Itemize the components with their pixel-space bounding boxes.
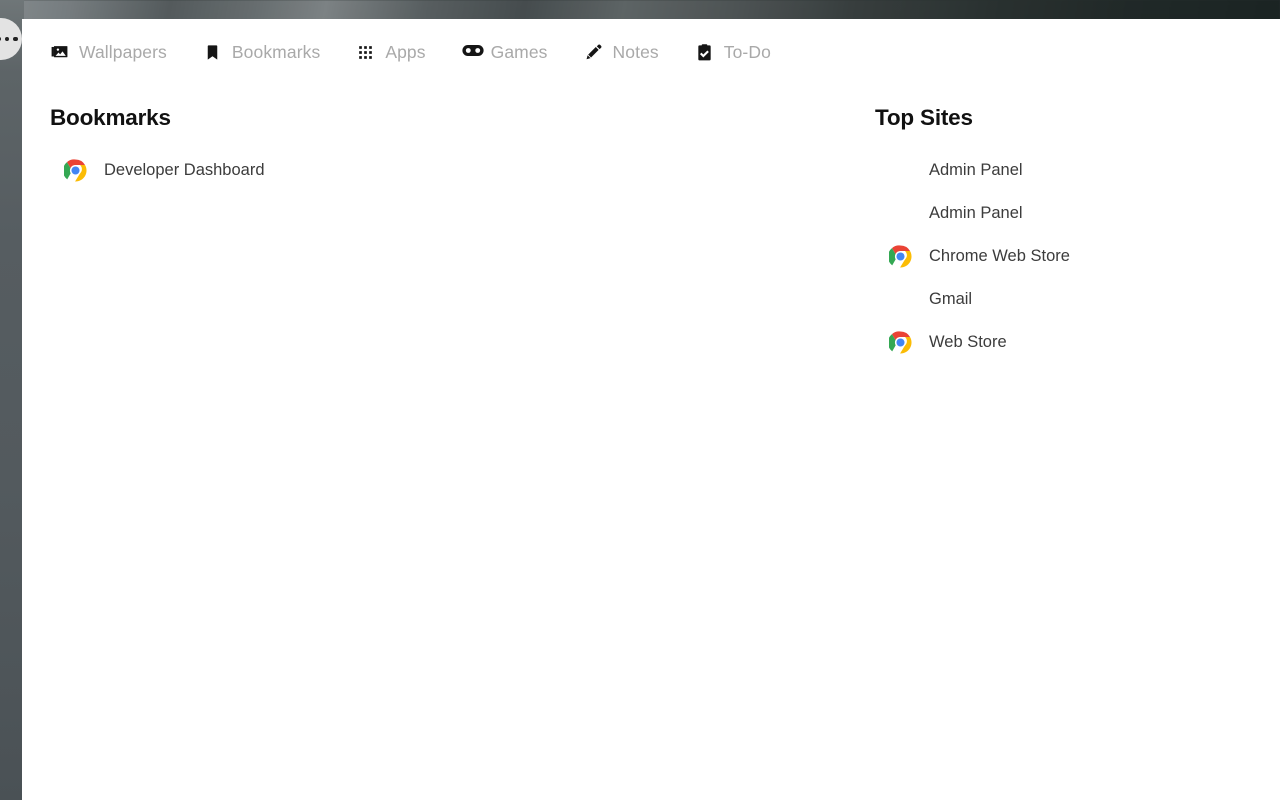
chrome-icon bbox=[888, 245, 912, 269]
nav-label-bookmarks: Bookmarks bbox=[231, 42, 321, 62]
more-dot bbox=[4, 36, 10, 42]
chrome-icon bbox=[63, 159, 87, 183]
bookmark-item[interactable]: Developer Dashboard bbox=[50, 149, 850, 192]
chrome-logo-svg bbox=[888, 245, 912, 268]
bookmark-icon bbox=[203, 43, 222, 62]
top-site-label: Chrome Web Store bbox=[929, 247, 1070, 265]
favicon-placeholder bbox=[888, 202, 912, 226]
top-site-item[interactable]: Admin Panel bbox=[875, 192, 1255, 235]
nav-label-games: Games bbox=[490, 42, 548, 62]
pencil-icon bbox=[584, 43, 603, 62]
top-site-item[interactable]: Admin Panel bbox=[875, 149, 1255, 192]
chrome-icon bbox=[888, 331, 912, 355]
wallpaper-left-strip bbox=[0, 0, 24, 800]
favicon-placeholder bbox=[888, 288, 912, 312]
clipboard-check-icon bbox=[695, 43, 714, 62]
nav-item-bookmarks[interactable]: Bookmarks bbox=[203, 42, 320, 63]
bookmarks-title: Bookmarks bbox=[50, 105, 171, 130]
nav-label-apps: Apps bbox=[385, 42, 426, 62]
favicon-placeholder bbox=[888, 159, 912, 183]
grid-apps-icon bbox=[356, 43, 375, 62]
nav-item-todo[interactable]: To-Do bbox=[695, 42, 771, 63]
nav-label-wallpapers: Wallpapers bbox=[79, 42, 167, 62]
new-tab-page: Wallpapers Bookmarks Apps Games Notes To… bbox=[0, 0, 1280, 800]
top-navigation: Wallpapers Bookmarks Apps Games Notes To… bbox=[50, 42, 771, 63]
top-site-label: Admin Panel bbox=[929, 161, 1023, 179]
gamepad-icon bbox=[462, 43, 484, 62]
nav-item-games[interactable]: Games bbox=[462, 42, 548, 63]
images-icon bbox=[50, 43, 69, 62]
nav-item-wallpapers[interactable]: Wallpapers bbox=[50, 42, 167, 63]
content-panel: Wallpapers Bookmarks Apps Games Notes To… bbox=[22, 19, 1280, 800]
top-sites-title: Top Sites bbox=[875, 105, 973, 130]
more-dot bbox=[0, 36, 1, 42]
chrome-logo-svg bbox=[63, 159, 87, 182]
more-dot bbox=[13, 36, 18, 42]
top-site-item[interactable]: Gmail bbox=[875, 278, 1255, 321]
top-site-label: Gmail bbox=[929, 290, 973, 308]
nav-label-notes: Notes bbox=[612, 42, 659, 62]
top-site-label: Web Store bbox=[929, 333, 1007, 351]
top-site-item[interactable]: Web Store bbox=[875, 321, 1255, 364]
bookmarks-section: Bookmarks Developer Dashboard bbox=[50, 105, 850, 192]
bookmark-label: Developer Dashboard bbox=[104, 161, 265, 179]
nav-label-todo: To-Do bbox=[723, 42, 771, 62]
top-site-item[interactable]: Chrome Web Store bbox=[875, 235, 1255, 278]
chrome-logo-svg bbox=[888, 331, 912, 354]
top-sites-section: Top Sites Admin Panel Admin Panel Chrome… bbox=[875, 105, 1255, 364]
nav-item-notes[interactable]: Notes bbox=[584, 42, 659, 63]
top-site-label: Admin Panel bbox=[929, 204, 1023, 222]
nav-item-apps[interactable]: Apps bbox=[356, 42, 426, 63]
